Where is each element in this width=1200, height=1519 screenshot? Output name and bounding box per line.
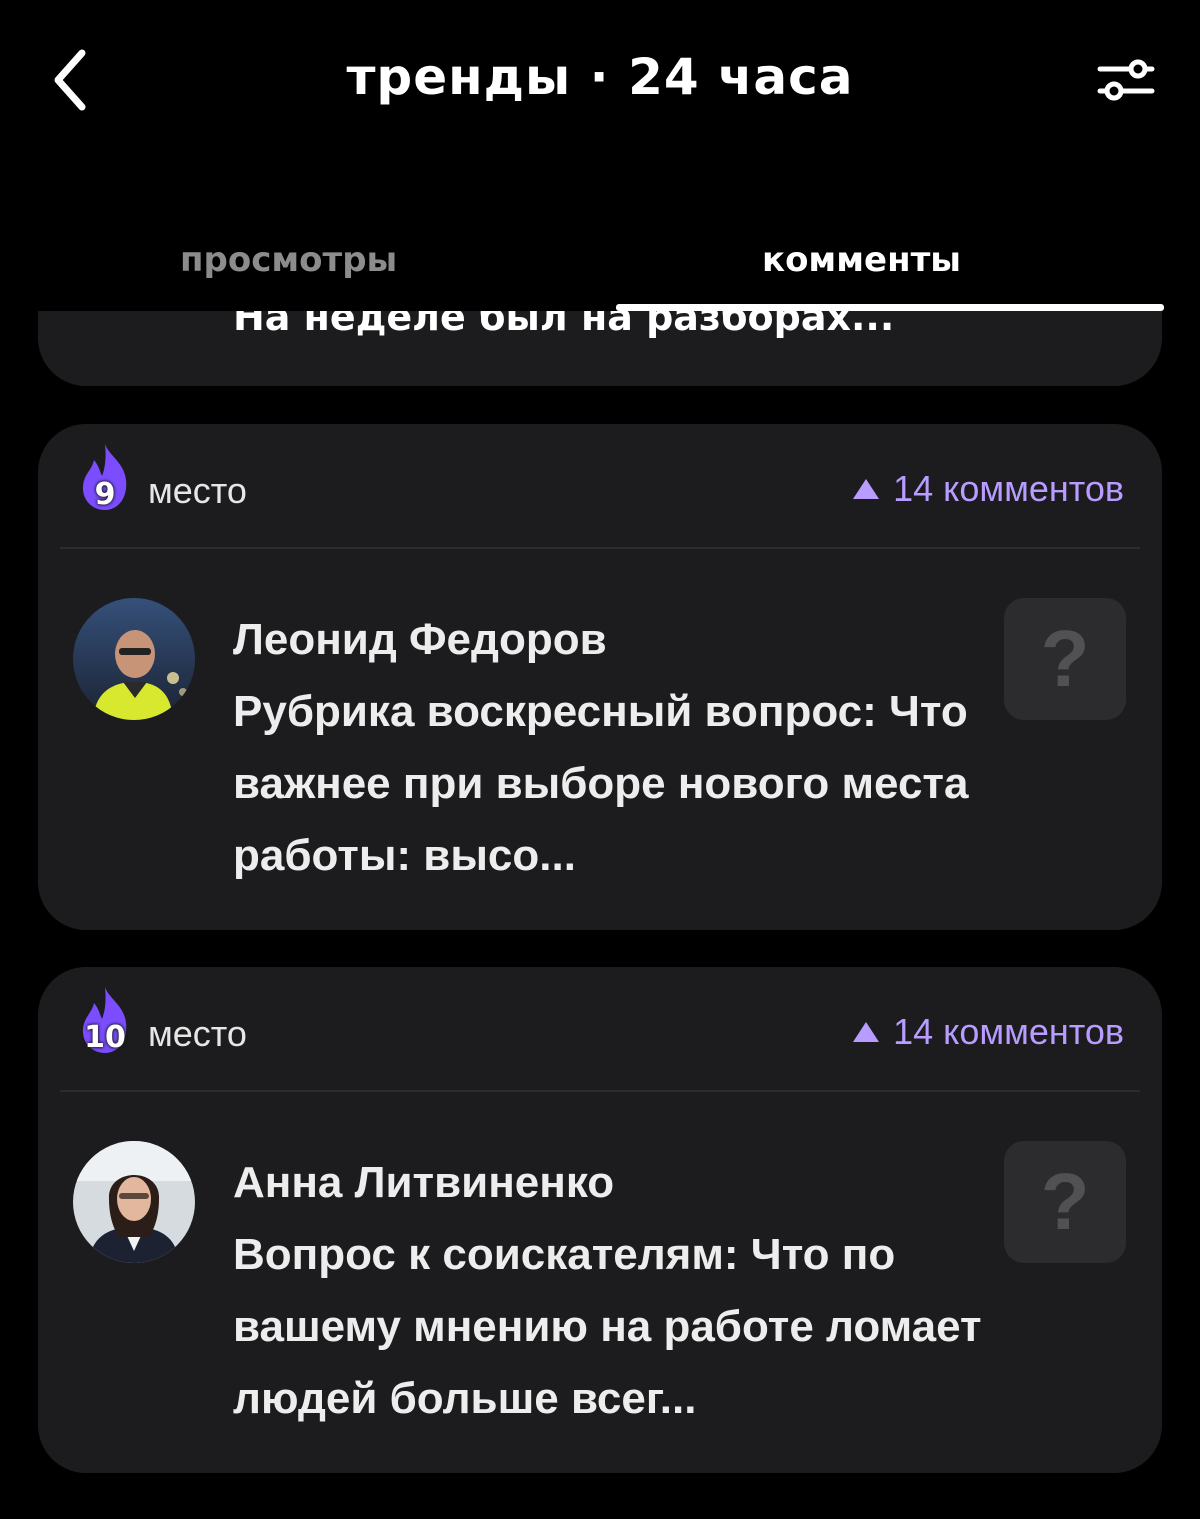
triangle-up-icon bbox=[853, 1022, 880, 1042]
sliders-icon bbox=[1097, 59, 1155, 101]
avatar[interactable] bbox=[73, 598, 195, 720]
divider bbox=[60, 547, 1140, 549]
avatar[interactable] bbox=[73, 1141, 195, 1263]
author-name[interactable]: Анна Литвиненко bbox=[233, 1147, 993, 1219]
post-card[interactable]: 10 место 14 комментов Анна Литвиненко Во… bbox=[38, 967, 1162, 1473]
avatar-photo bbox=[73, 1141, 195, 1263]
rank-label: место bbox=[148, 470, 247, 511]
flame-rank-badge: 10 bbox=[74, 985, 136, 1057]
rank-number: 9 bbox=[94, 477, 116, 512]
tab-comments[interactable]: комменты bbox=[762, 240, 961, 280]
comments-count: 14 комментов bbox=[853, 468, 1124, 510]
active-tab-indicator bbox=[616, 304, 1164, 311]
header: тренды · 24 часа bbox=[0, 0, 1200, 160]
comments-count: 14 комментов bbox=[853, 1011, 1124, 1053]
comments-count-text: 14 комментов bbox=[893, 468, 1124, 509]
flame-rank-badge: 9 bbox=[74, 442, 136, 514]
divider bbox=[60, 1090, 1140, 1092]
page-title: тренды · 24 часа bbox=[346, 48, 854, 106]
question-mark-icon: ? bbox=[1040, 1157, 1090, 1246]
post-snippet: Рубрика воскресный вопрос: Что важнее пр… bbox=[233, 687, 969, 880]
post-content: Анна Литвиненко Вопрос к соискателям: Чт… bbox=[233, 1147, 993, 1435]
filter-button[interactable] bbox=[1090, 50, 1162, 110]
question-badge: ? bbox=[1004, 1141, 1126, 1263]
rank-row: 10 место 14 комментов bbox=[38, 967, 1162, 1092]
rank-label: место bbox=[148, 1013, 247, 1054]
author-name[interactable]: Леонид Федоров bbox=[233, 604, 993, 676]
tab-views[interactable]: просмотры bbox=[180, 240, 397, 280]
triangle-up-icon bbox=[853, 479, 880, 499]
comments-count-text: 14 комментов bbox=[893, 1011, 1124, 1052]
tab-bar: просмотры комменты bbox=[0, 225, 1200, 315]
question-mark-icon: ? bbox=[1040, 614, 1090, 703]
rank-number: 10 bbox=[84, 1020, 126, 1055]
post-content: Леонид Федоров Рубрика воскресный вопрос… bbox=[233, 604, 993, 892]
post-card[interactable]: 9 место 14 комментов Леонид Федоров Рубр… bbox=[38, 424, 1162, 930]
avatar-photo bbox=[73, 598, 195, 720]
question-badge: ? bbox=[1004, 598, 1126, 720]
rank-row: 9 место 14 комментов bbox=[38, 424, 1162, 549]
post-snippet: Вопрос к соискателям: Что по вашему мнен… bbox=[233, 1230, 982, 1423]
